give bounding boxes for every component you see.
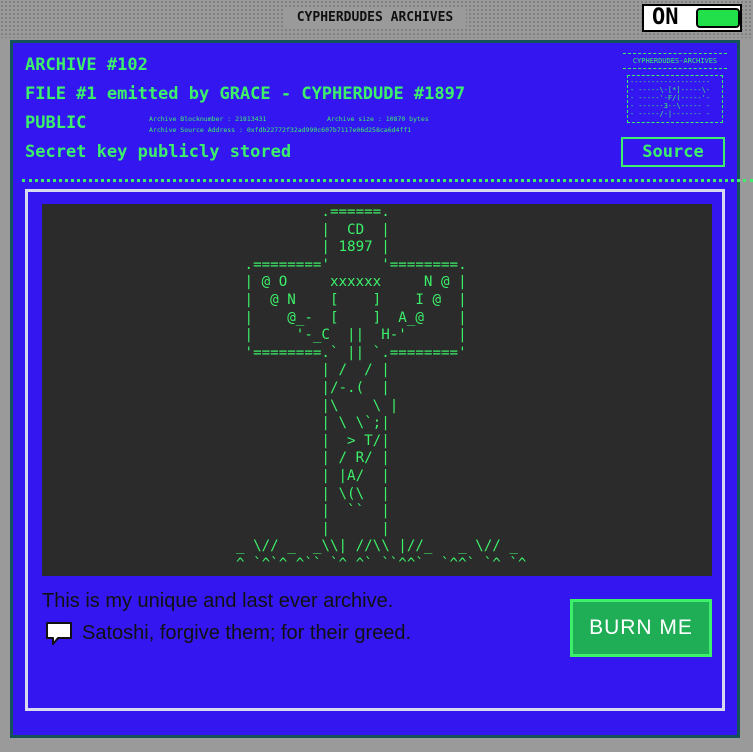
brand-logo-icon: ------------------- - -----\-[*]-----\- … <box>627 75 723 123</box>
power-toggle[interactable]: ON <box>642 4 742 32</box>
archive-content-panel: .======. | CD | | 1897 | .========' '===… <box>25 189 725 711</box>
window-title: CYPHERDUDES ARCHIVES <box>284 8 466 28</box>
visibility-status: PUBLIC <box>25 113 87 133</box>
power-led-icon <box>696 8 740 28</box>
title-bar: CYPHERDUDES ARCHIVES ON <box>0 0 753 38</box>
archive-window: ARCHIVE #102 FILE #1 emitted by GRACE - … <box>10 40 740 738</box>
power-label: ON <box>652 5 679 30</box>
comment-row: Satoshi, forgive them; for their greed. <box>44 620 411 646</box>
secret-key-status: Secret key publicly stored <box>25 142 292 162</box>
source-button[interactable]: Source <box>621 137 725 167</box>
archive-message: This is my unique and last ever archive. <box>42 590 394 612</box>
brand-name: CYPHERDUDES-ARCHIVES <box>623 53 727 69</box>
block-number: Archive Blocknumber : 21813431 <box>149 115 267 123</box>
archive-number: ARCHIVE #102 <box>25 55 148 75</box>
dotted-divider <box>22 179 753 182</box>
ascii-art: .======. | CD | | 1897 | .========' '===… <box>236 204 527 572</box>
brand-block: CYPHERDUDES-ARCHIVES -------------------… <box>623 53 727 139</box>
file-emitter-line: FILE #1 emitted by GRACE - CYPHERDUDE #1… <box>25 84 466 104</box>
speech-bubble-icon <box>46 622 72 645</box>
ascii-art-viewer: .======. | CD | | 1897 | .========' '===… <box>42 204 712 576</box>
comment-text: Satoshi, forgive them; for their greed. <box>82 621 412 644</box>
burn-button[interactable]: BURN ME <box>570 599 712 657</box>
archive-size: Archive size : 10870 bytes <box>327 115 429 123</box>
source-address: Archive Source Address : 0xfdb22772f32ad… <box>149 126 412 134</box>
